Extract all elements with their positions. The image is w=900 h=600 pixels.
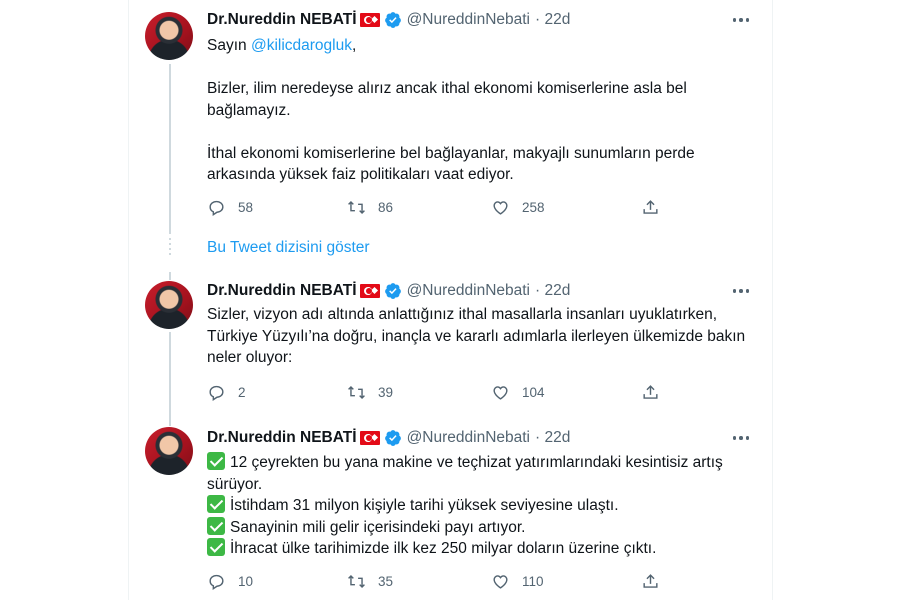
- bullet-item: Sanayinin mili gelir içerisindeki payı a…: [207, 516, 752, 539]
- tweet-text: 12 çeyrekten bu yana makine ve teçhizat …: [207, 452, 752, 560]
- bullet-item: İhracat ülke tarihimizde ilk kez 250 mil…: [207, 538, 752, 560]
- show-thread-link[interactable]: Bu Tweet dizisini göster: [207, 239, 370, 257]
- like-icon: [493, 574, 508, 589]
- bullet-item: İstihdam 31 milyon kişiyle tarihi yüksek…: [207, 495, 752, 517]
- thread-dots: [169, 238, 171, 258]
- bullet-item: 12 çeyrekten bu yana makine ve teçhizat …: [207, 452, 752, 495]
- tweet-time[interactable]: · 22d: [535, 282, 570, 300]
- retweet-icon: [348, 385, 365, 399]
- share-icon: [643, 384, 658, 399]
- author-name[interactable]: Dr.Nureddin NEBATİ: [207, 11, 357, 29]
- reply-icon: [209, 385, 224, 401]
- tweet-time[interactable]: · 22d: [535, 429, 570, 447]
- bullet-text: 12 çeyrekten bu yana makine ve teçhizat …: [207, 454, 723, 493]
- retweet-button[interactable]: 35: [347, 570, 393, 592]
- check-mark-icon: [207, 495, 225, 513]
- turkey-flag-icon: [359, 284, 380, 298]
- retweet-icon: [348, 200, 365, 214]
- avatar[interactable]: [145, 281, 193, 329]
- verified-icon: [384, 12, 401, 28]
- reply-button[interactable]: 2: [207, 381, 246, 403]
- turkey-flag-icon: [359, 13, 380, 27]
- like-button[interactable]: 110: [491, 570, 544, 592]
- reply-count: 10: [238, 573, 254, 589]
- share-button[interactable]: [641, 570, 660, 592]
- more-icon[interactable]: [729, 281, 753, 301]
- like-icon: [493, 385, 508, 400]
- reply-button[interactable]: 58: [207, 196, 253, 218]
- bullet-text: Sanayinin mili gelir içerisindeki payı a…: [230, 518, 526, 536]
- author-name[interactable]: Dr.Nureddin NEBATİ: [207, 429, 357, 447]
- like-icon: [493, 200, 508, 215]
- thread-line: [169, 64, 171, 234]
- tweet-time[interactable]: · 22d: [535, 11, 570, 29]
- avatar[interactable]: [145, 427, 193, 475]
- paragraph: Sizler, vizyon adı altında anlattığınız …: [207, 306, 746, 366]
- verified-icon: [384, 430, 401, 446]
- retweet-count: 86: [378, 199, 394, 215]
- reply-icon: [209, 200, 224, 216]
- thread-line: [169, 332, 171, 426]
- like-count: 110: [522, 573, 544, 589]
- tweet-actions: 10 35 110: [207, 570, 757, 592]
- mention-link[interactable]: @kilicdarogluk: [251, 37, 352, 54]
- reply-button[interactable]: 10: [207, 570, 253, 592]
- like-button[interactable]: 258: [491, 196, 545, 218]
- tweet-actions: 2 39 104: [207, 381, 757, 403]
- check-mark-icon: [207, 538, 225, 556]
- timeline: Dr.Nureddin NEBATİ @NureddinNebati · 22d…: [128, 0, 773, 600]
- thread-line: [169, 418, 171, 426]
- author-name[interactable]: Dr.Nureddin NEBATİ: [207, 282, 357, 300]
- tweet-text: Sizler, vizyon adı altında anlattığınız …: [207, 304, 752, 369]
- tweet-header: Dr.Nureddin NEBATİ @NureddinNebati · 22d: [207, 281, 570, 301]
- reply-count: 2: [238, 384, 246, 400]
- verified-icon: [384, 283, 401, 299]
- paragraph: Bizler, ilim neredeyse alırız ancak itha…: [207, 80, 687, 119]
- check-mark-icon: [207, 516, 225, 535]
- author-handle[interactable]: @NureddinNebati: [407, 11, 530, 29]
- check-mark-icon: [207, 452, 225, 470]
- more-icon[interactable]: [729, 428, 753, 448]
- thread-line: [169, 272, 171, 280]
- reply-icon: [209, 574, 224, 590]
- author-handle[interactable]: @NureddinNebati: [407, 429, 530, 447]
- share-button[interactable]: [641, 381, 660, 403]
- retweet-button[interactable]: 86: [347, 196, 393, 218]
- author-handle[interactable]: @NureddinNebati: [407, 282, 530, 300]
- bullet-text: İhracat ülke tarihimizde ilk kez 250 mil…: [230, 540, 657, 557]
- bullet-text: İstihdam 31 milyon kişiyle tarihi yüksek…: [230, 497, 619, 514]
- tweet-header: Dr.Nureddin NEBATİ @NureddinNebati · 22d: [207, 428, 570, 448]
- like-count: 258: [522, 199, 545, 215]
- avatar[interactable]: [145, 12, 193, 60]
- more-icon[interactable]: [729, 10, 753, 30]
- retweet-count: 39: [378, 384, 394, 400]
- text-line: ,: [351, 37, 357, 54]
- tweet-header: Dr.Nureddin NEBATİ @NureddinNebati · 22d: [207, 10, 570, 30]
- retweet-button[interactable]: 39: [347, 381, 393, 403]
- text-line: Sayın: [207, 37, 251, 54]
- share-button[interactable]: [641, 196, 660, 218]
- retweet-count: 35: [378, 573, 394, 589]
- like-button[interactable]: 104: [491, 381, 545, 403]
- reply-count: 58: [238, 199, 254, 215]
- tweet-actions: 58 86 258: [207, 196, 757, 218]
- like-count: 104: [522, 384, 545, 400]
- share-icon: [643, 199, 658, 214]
- retweet-icon: [348, 574, 365, 588]
- paragraph: İthal ekonomi komiserlerine bel bağlayan…: [207, 144, 695, 184]
- share-icon: [643, 573, 658, 588]
- tweet-text: Sayın @kilicdarogluk, Bizler, ilim nered…: [207, 35, 752, 186]
- turkey-flag-icon: [359, 431, 380, 445]
